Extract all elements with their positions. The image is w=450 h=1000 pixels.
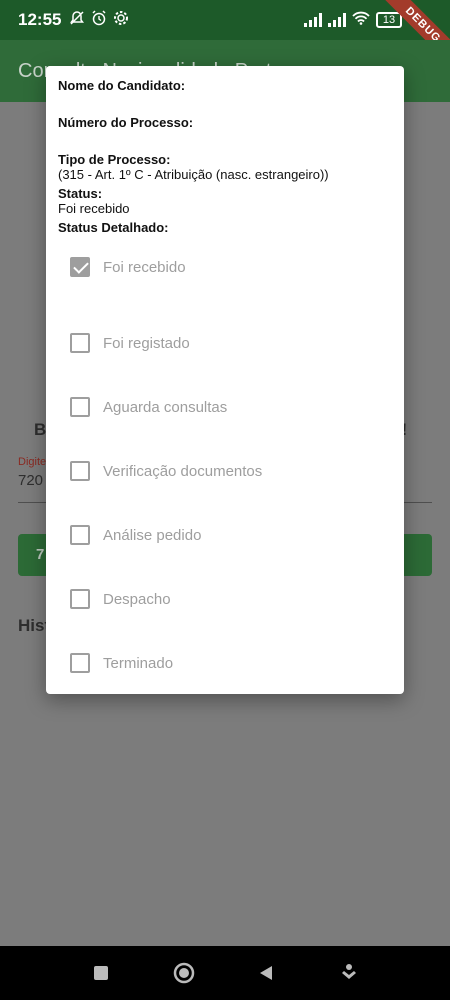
step-received[interactable]: Foi recebido <box>58 247 392 287</box>
step-label: Despacho <box>103 590 171 608</box>
checkbox-awaiting-queries[interactable] <box>70 397 90 417</box>
process-number-input[interactable]: 720 <box>18 472 43 489</box>
status-bar: 12:55 13 <box>0 0 450 40</box>
step-label: Foi recebido <box>103 258 186 276</box>
status-label: Status: <box>58 186 103 201</box>
step-label: Aguarda consultas <box>103 398 228 416</box>
process-details-dialog: Nome do Candidato: Número do Processo: T… <box>46 66 404 694</box>
system-nav-bar <box>0 946 450 1000</box>
detailed-status-label: Status Detalhado: <box>58 220 169 235</box>
notifications-off-icon <box>69 10 85 31</box>
step-label: Terminado <box>103 654 174 672</box>
step-registered[interactable]: Foi registado <box>58 311 392 375</box>
download-arrow-icon <box>341 964 356 979</box>
step-label: Análise pedido <box>103 526 202 544</box>
clock: 12:55 <box>18 10 62 29</box>
step-label: Foi registado <box>103 334 190 352</box>
step-dispatch[interactable]: Despacho <box>58 567 392 631</box>
checkbox-document-check[interactable] <box>70 461 90 481</box>
candidate-name-label: Nome do Candidato: <box>58 78 186 93</box>
cell-signal-2-icon <box>328 13 346 27</box>
checkbox-registered[interactable] <box>70 333 90 353</box>
circle-icon <box>173 962 194 984</box>
battery-icon: 13 <box>376 12 402 28</box>
accessibility-button[interactable] <box>334 958 364 988</box>
checkbox-analysis[interactable] <box>70 525 90 545</box>
step-analysis[interactable]: Análise pedido <box>58 503 392 567</box>
checkbox-finished[interactable] <box>70 653 90 673</box>
alarm-icon <box>91 9 107 31</box>
square-icon <box>94 966 109 980</box>
back-button[interactable] <box>251 958 281 988</box>
process-type-value: (315 - Art. 1º C - Atribuição (nasc. est… <box>58 167 329 182</box>
checkbox-received[interactable] <box>70 257 90 277</box>
settings-icon <box>113 10 129 31</box>
step-awaiting-queries[interactable]: Aguarda consultas <box>58 375 392 439</box>
cell-signal-icon <box>304 13 322 27</box>
step-finished[interactable]: Terminado <box>58 631 392 695</box>
process-number-label: Número do Processo: <box>58 115 194 130</box>
recents-button[interactable] <box>86 958 116 988</box>
home-button[interactable] <box>169 958 199 988</box>
back-triangle-icon <box>260 966 273 980</box>
step-document-check[interactable]: Verificação documentos <box>58 439 392 503</box>
status-value: Foi recebido <box>58 201 130 216</box>
checkbox-dispatch[interactable] <box>70 589 90 609</box>
status-checklist: Foi recebido Foi registado Aguarda consu… <box>58 247 392 695</box>
wifi-icon <box>352 11 370 30</box>
input-label: Digite <box>18 456 47 468</box>
step-label: Verificação documentos <box>103 462 263 480</box>
process-type-label: Tipo de Processo: <box>58 152 171 167</box>
